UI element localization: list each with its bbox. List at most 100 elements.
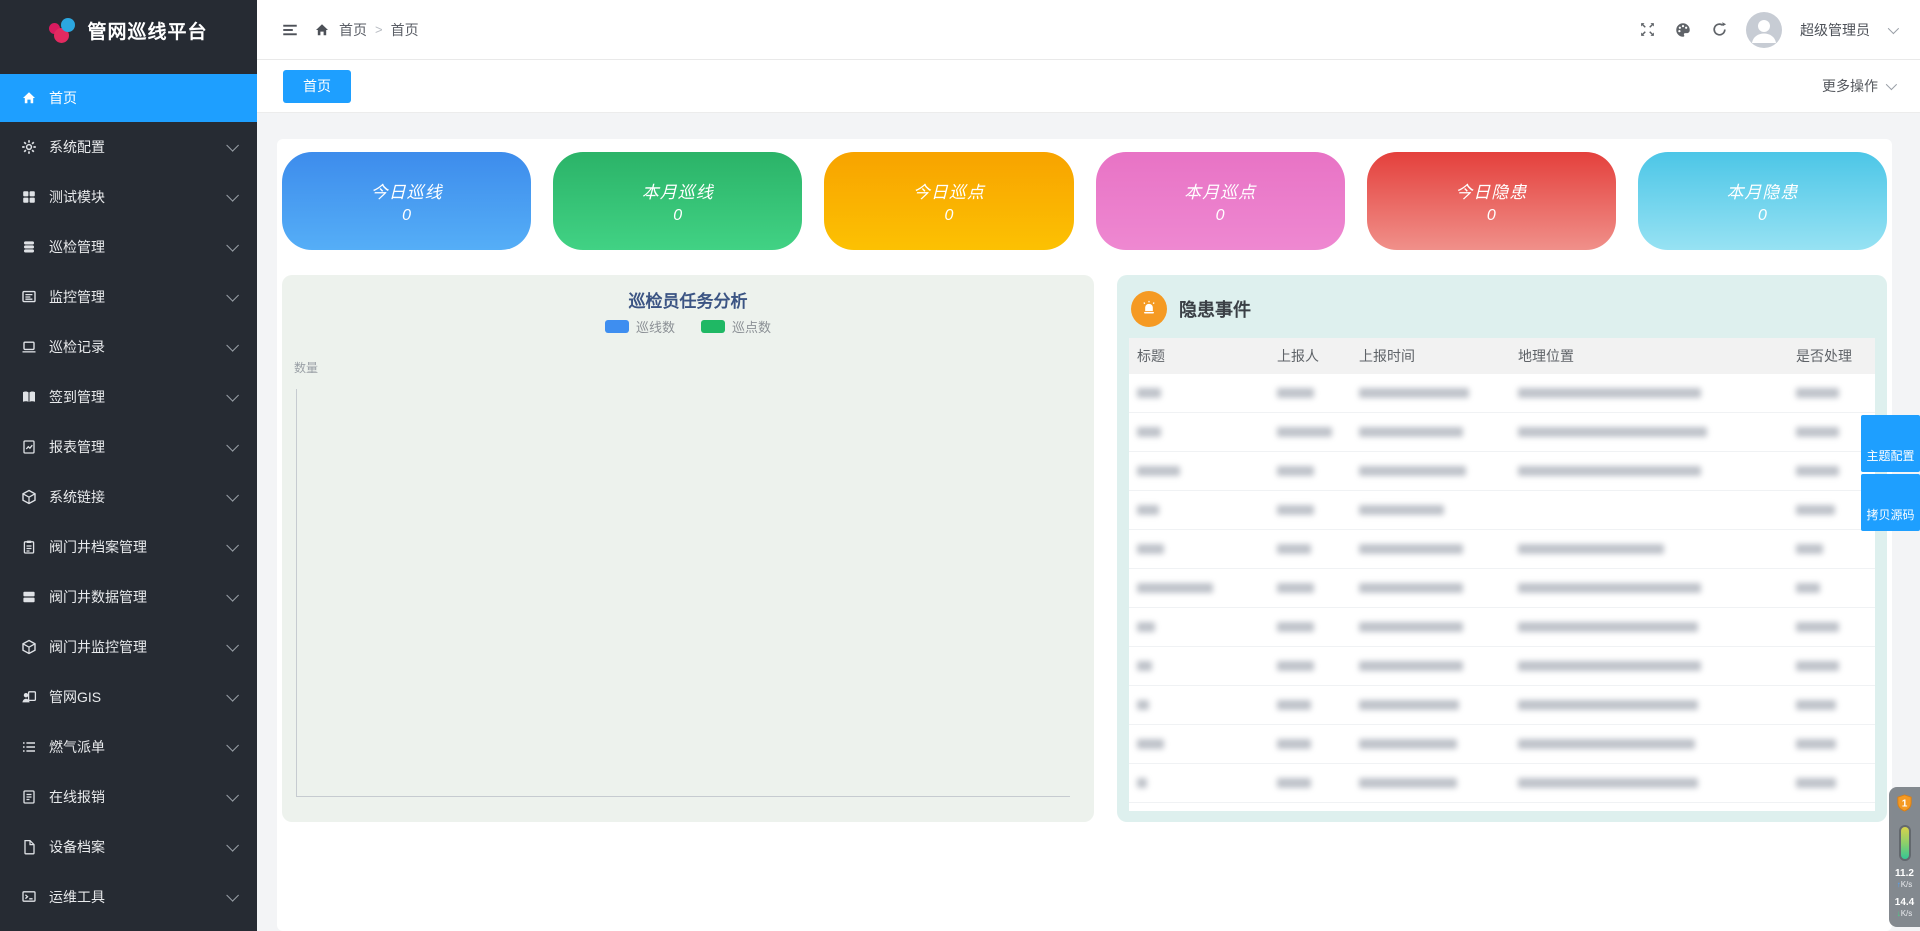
breadcrumb-item[interactable]: 首页: [391, 20, 419, 40]
table-cell: [1351, 778, 1510, 788]
tab-home[interactable]: 首页: [283, 70, 351, 103]
sidebar-item-报表管理[interactable]: 报表管理: [0, 422, 257, 472]
sidebar-item-签到管理[interactable]: 签到管理: [0, 372, 257, 422]
table-row[interactable]: [1129, 452, 1875, 491]
redacted-text: [1796, 505, 1835, 515]
sidebar-item-系统配置[interactable]: 系统配置: [0, 122, 257, 172]
legend-item-巡线数[interactable]: 巡线数: [605, 317, 675, 336]
table-cell: [1269, 700, 1351, 710]
tool-button-拷贝源码[interactable]: 拷贝源码: [1861, 474, 1920, 531]
redacted-text: [1796, 622, 1839, 632]
breadcrumb-item[interactable]: 首页: [339, 20, 367, 40]
redacted-text: [1137, 544, 1164, 554]
table-row[interactable]: [1129, 686, 1875, 725]
stat-card-今日巡线[interactable]: 今日巡线0: [282, 152, 531, 250]
chevron-down-icon[interactable]: [1888, 22, 1899, 33]
table-cell: [1129, 466, 1269, 476]
sidebar-item-测试模块[interactable]: 测试模块: [0, 172, 257, 222]
sidebar-item-阀门井监控管理[interactable]: 阀门井监控管理: [0, 622, 257, 672]
stat-card-label: 今日隐患: [1455, 178, 1527, 203]
table-row[interactable]: [1129, 569, 1875, 608]
redacted-text: [1359, 622, 1463, 632]
table-cell: [1269, 661, 1351, 671]
redacted-text: [1137, 661, 1152, 671]
refresh-icon[interactable]: [1710, 21, 1728, 39]
chevron-down-icon: [226, 539, 239, 552]
stat-card-今日巡点[interactable]: 今日巡点0: [824, 152, 1073, 250]
table-cell: [1351, 505, 1510, 515]
user-name[interactable]: 超级管理员: [1800, 20, 1870, 40]
list-icon: [20, 739, 37, 756]
hazard-events-table: 标题上报人上报时间地理位置是否处理: [1129, 338, 1875, 811]
user-avatar[interactable]: [1746, 12, 1782, 48]
redacted-text: [1277, 661, 1314, 671]
fullscreen-icon[interactable]: [1638, 21, 1656, 39]
table-cell: [1129, 583, 1269, 593]
redacted-text: [1518, 661, 1701, 671]
stat-card-本月巡线[interactable]: 本月巡线0: [553, 152, 802, 250]
redacted-text: [1518, 466, 1701, 476]
stat-card-本月巡点[interactable]: 本月巡点0: [1096, 152, 1345, 250]
redacted-text: [1518, 427, 1707, 437]
net-monitor-widget[interactable]: 1 11.2 ↑K/s 14.4 ↓K/s: [1889, 787, 1920, 927]
tab-bar: 首页 更多操作: [257, 60, 1920, 113]
sidebar-item-阀门井数据管理[interactable]: 阀门井数据管理: [0, 572, 257, 622]
monitor-list-icon: [20, 289, 37, 306]
table-row[interactable]: [1129, 764, 1875, 803]
table-row[interactable]: [1129, 608, 1875, 647]
table-row[interactable]: [1129, 374, 1875, 413]
tool-button-主题配置[interactable]: 主题配置: [1861, 415, 1920, 472]
user-monitor-icon: [20, 689, 37, 706]
content-area: 今日巡线0本月巡线0今日巡点0本月巡点0今日隐患0本月隐患0 巡检员任务分析 巡…: [257, 113, 1920, 931]
table-cell: [1351, 583, 1510, 593]
sidebar-item-监控管理[interactable]: 监控管理: [0, 272, 257, 322]
sidebar-item-阀门井档案管理[interactable]: 阀门井档案管理: [0, 522, 257, 572]
app-logo: 管网巡线平台: [0, 0, 257, 60]
table-cell: [1788, 388, 1875, 398]
stat-card-本月隐患[interactable]: 本月隐患0: [1638, 152, 1887, 250]
table-row[interactable]: [1129, 491, 1875, 530]
sidebar-item-巡检管理[interactable]: 巡检管理: [0, 222, 257, 272]
redacted-text: [1518, 583, 1701, 593]
chart-plot-area: [296, 389, 1070, 797]
redacted-text: [1359, 778, 1457, 788]
legend-item-巡点数[interactable]: 巡点数: [701, 317, 771, 336]
net-gauge: [1899, 825, 1911, 861]
redacted-text: [1359, 544, 1463, 554]
table-cell: [1269, 778, 1351, 788]
collapse-menu-icon[interactable]: [281, 21, 299, 39]
sidebar-item-label: 测试模块: [49, 187, 226, 207]
sidebar-item-label: 系统配置: [49, 137, 226, 157]
table-row[interactable]: [1129, 647, 1875, 686]
download-speed: 14.4 ↓K/s: [1895, 897, 1914, 919]
redacted-text: [1277, 700, 1311, 710]
table-cell: [1129, 778, 1269, 788]
sidebar-item-巡检记录[interactable]: 巡检记录: [0, 322, 257, 372]
sidebar-item-系统链接[interactable]: 系统链接: [0, 472, 257, 522]
sidebar-item-运维工具[interactable]: 运维工具: [0, 872, 257, 922]
redacted-text: [1796, 700, 1836, 710]
hazard-events-title: 隐患事件: [1179, 296, 1251, 322]
tool-button-label: 拷贝源码: [1866, 506, 1914, 523]
topbar: 首页 > 首页 超级管理员: [257, 0, 1920, 60]
table-row[interactable]: [1129, 725, 1875, 764]
hazard-events-card: 隐患事件 标题上报人上报时间地理位置是否处理: [1117, 275, 1887, 822]
redacted-text: [1277, 505, 1314, 515]
stat-card-今日隐患[interactable]: 今日隐患0: [1367, 152, 1616, 250]
table-row[interactable]: [1129, 530, 1875, 569]
more-operations-button[interactable]: 更多操作: [1822, 76, 1894, 96]
table-cell: [1510, 700, 1788, 710]
sidebar-item-首页[interactable]: 首页: [0, 74, 257, 122]
chevron-down-icon: [226, 889, 239, 902]
home-icon[interactable]: [313, 21, 331, 39]
chevron-down-icon: [226, 789, 239, 802]
upload-speed: 11.2 ↑K/s: [1895, 868, 1914, 890]
main-area: 首页 > 首页 超级管理员: [257, 0, 1920, 931]
theme-palette-icon[interactable]: [1674, 21, 1692, 39]
table-row[interactable]: [1129, 413, 1875, 452]
sidebar-item-燃气派单[interactable]: 燃气派单: [0, 722, 257, 772]
sidebar-item-管网GIS[interactable]: 管网GIS: [0, 672, 257, 722]
sidebar-item-在线报销[interactable]: 在线报销: [0, 772, 257, 822]
sidebar-item-设备档案[interactable]: 设备档案: [0, 822, 257, 872]
notebook-icon: [20, 789, 37, 806]
